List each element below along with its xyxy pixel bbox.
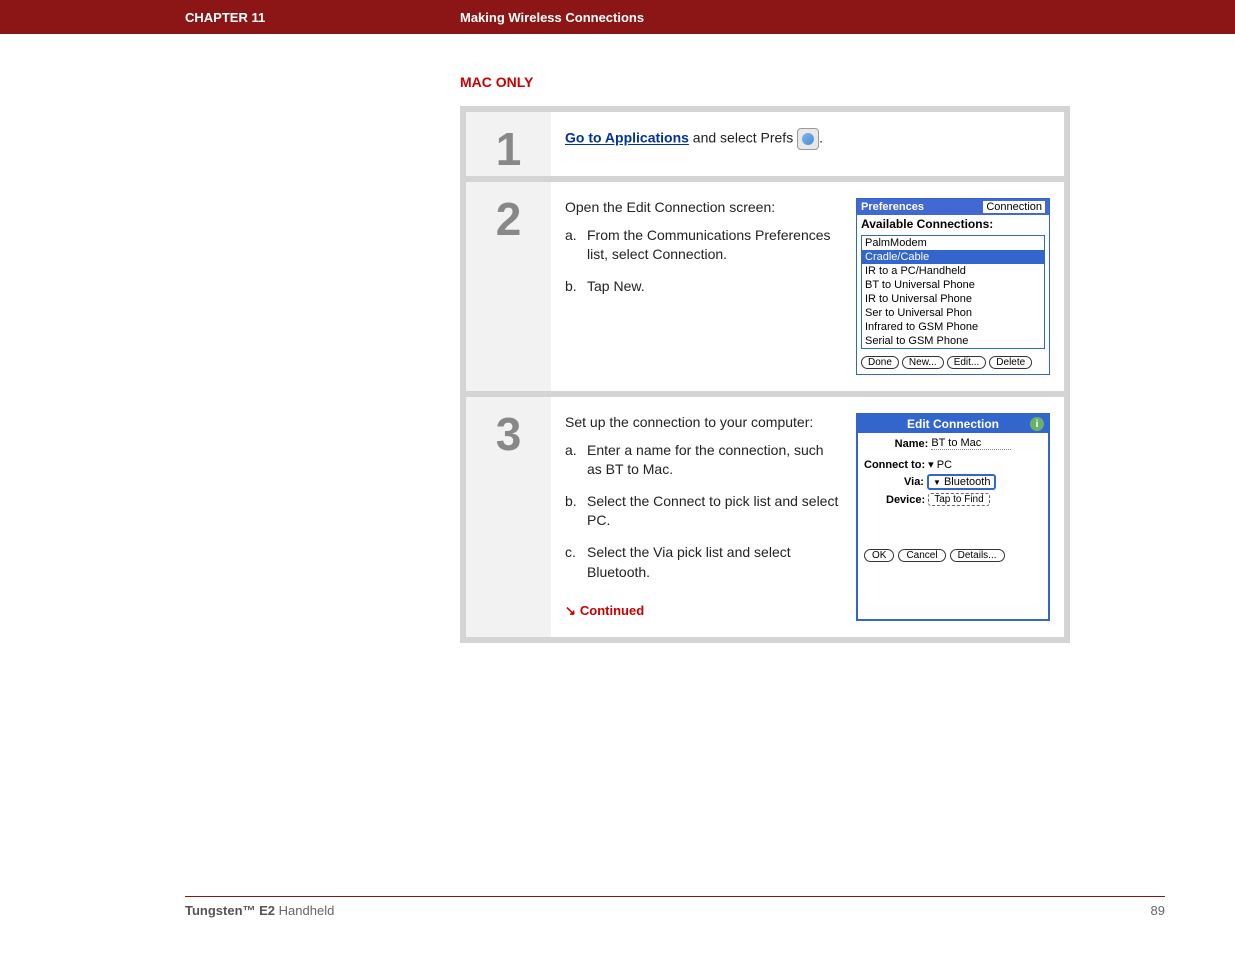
- connections-listbox[interactable]: PalmModem Cradle/Cable IR to a PC/Handhe…: [861, 235, 1045, 349]
- step-3b: Select the Connect to pick list and sele…: [565, 492, 842, 531]
- product-name-bold: Tungsten™ E2: [185, 903, 275, 918]
- step-1-period: .: [819, 130, 823, 146]
- step-1-after-link: and select Prefs: [689, 130, 797, 146]
- preferences-title-bar: Preferences Connection: [857, 199, 1049, 215]
- preferences-screen: Preferences Connection Available Connect…: [856, 198, 1050, 375]
- go-to-applications-link[interactable]: Go to Applications: [565, 130, 689, 146]
- edit-connection-title: Edit Connection: [907, 417, 999, 431]
- page-footer: Tungsten™ E2 Handheld 89: [185, 896, 1165, 918]
- step-3a: Enter a name for the connection, such as…: [565, 441, 842, 480]
- platform-label: MAC ONLY: [460, 74, 1235, 90]
- via-picklist[interactable]: Bluetooth: [927, 474, 996, 490]
- chapter-label: CHAPTER 11: [0, 10, 460, 25]
- step-3c: Select the Via pick list and select Blue…: [565, 543, 842, 582]
- device-label: Device:: [886, 494, 925, 506]
- continued-label: Continued: [580, 602, 644, 620]
- list-item[interactable]: IR to Universal Phone: [862, 292, 1044, 306]
- cancel-button[interactable]: Cancel: [898, 549, 945, 562]
- edit-connection-title-bar: Edit Connection i: [858, 415, 1048, 433]
- step-3-intro: Set up the connection to your computer:: [565, 413, 842, 433]
- prefs-app-icon: [797, 128, 819, 150]
- step-2-intro: Open the Edit Connection screen:: [565, 198, 842, 218]
- step-number: 3: [496, 407, 522, 461]
- chapter-title: Making Wireless Connections: [460, 10, 644, 25]
- connect-to-value: PC: [937, 459, 952, 471]
- name-field[interactable]: BT to Mac: [931, 437, 1011, 450]
- details-button[interactable]: Details...: [950, 549, 1005, 562]
- step-3: 3 Set up the connection to your computer…: [466, 397, 1064, 637]
- step-2b: Tap New.: [565, 277, 842, 297]
- list-item[interactable]: PalmModem: [862, 236, 1044, 250]
- step-3-text: Set up the connection to your computer: …: [565, 413, 842, 621]
- step-number: 1: [496, 122, 522, 176]
- page-number: 89: [1151, 903, 1165, 918]
- steps-container: 1 Go to Applications and select Prefs . …: [460, 106, 1070, 643]
- continued-indicator: ↘ Continued: [565, 602, 644, 620]
- chapter-banner: CHAPTER 11 Making Wireless Connections: [0, 0, 1235, 34]
- via-label: Via:: [904, 476, 924, 488]
- preferences-buttons: Done New... Edit... Delete: [857, 353, 1049, 374]
- step-1: 1 Go to Applications and select Prefs .: [466, 112, 1064, 176]
- step-number-cell: 3: [466, 397, 551, 637]
- list-item[interactable]: Cradle/Cable: [862, 250, 1044, 264]
- ok-button[interactable]: OK: [864, 549, 894, 562]
- step-2a: From the Communications Preferences list…: [565, 226, 842, 265]
- info-icon[interactable]: i: [1030, 417, 1044, 431]
- product-name: Tungsten™ E2 Handheld: [185, 903, 334, 918]
- list-item[interactable]: IR to a PC/Handheld: [862, 264, 1044, 278]
- continued-arrow-icon: ↘: [565, 602, 576, 620]
- list-item[interactable]: Ser to Universal Phon: [862, 306, 1044, 320]
- step-2: 2 Open the Edit Connection screen: From …: [466, 182, 1064, 391]
- done-button[interactable]: Done: [861, 356, 899, 369]
- preferences-category[interactable]: Connection: [983, 201, 1045, 213]
- step-2-text: Open the Edit Connection screen: From th…: [565, 198, 842, 375]
- connect-to-picklist[interactable]: ▾ PC: [928, 458, 952, 471]
- name-label: Name:: [895, 438, 929, 450]
- edit-button[interactable]: Edit...: [947, 356, 987, 369]
- step-number-cell: 2: [466, 182, 551, 391]
- edit-connection-screen: Edit Connection i Name: BT to Mac Connec…: [856, 413, 1050, 621]
- step-1-text: Go to Applications and select Prefs .: [565, 128, 1050, 160]
- new-button[interactable]: New...: [902, 356, 944, 369]
- delete-button[interactable]: Delete: [989, 356, 1032, 369]
- preferences-title: Preferences: [861, 201, 924, 213]
- list-item[interactable]: Serial to GSM Phone: [862, 334, 1044, 348]
- edit-connection-buttons: OK Cancel Details...: [858, 509, 1048, 568]
- step-number-cell: 1: [466, 112, 551, 176]
- list-item[interactable]: Infrared to GSM Phone: [862, 320, 1044, 334]
- connect-to-label: Connect to:: [864, 459, 925, 471]
- step-number: 2: [496, 192, 522, 246]
- product-name-rest: Handheld: [275, 903, 334, 918]
- edit-connection-form: Name: BT to Mac Connect to: ▾ PC Via: Bl…: [858, 433, 1048, 506]
- list-item[interactable]: BT to Universal Phone: [862, 278, 1044, 292]
- device-picker[interactable]: Tap to Find: [928, 493, 989, 506]
- available-connections-heading: Available Connections:: [857, 215, 1049, 233]
